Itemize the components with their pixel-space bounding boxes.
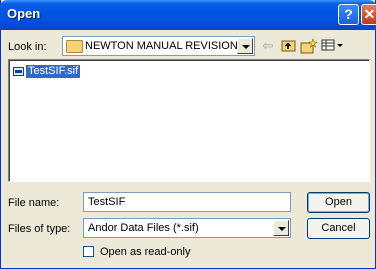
file-type-label: Files of type: <box>8 223 71 235</box>
look-in-dropdown[interactable]: NEWTON MANUAL REVISION <box>62 36 255 56</box>
file-type-value: Andor Data Files (*.sif) <box>88 222 199 234</box>
cancel-button[interactable]: Cancel <box>307 218 370 239</box>
file-list[interactable]: TestSIF.sif <box>8 59 370 182</box>
file-name-input[interactable]: TestSIF <box>83 192 291 212</box>
list-item[interactable]: TestSIF.sif <box>13 64 81 79</box>
chevron-down-icon[interactable] <box>237 38 253 54</box>
folder-icon <box>66 40 83 53</box>
title-bar[interactable]: Open ? ✕ <box>0 0 376 30</box>
back-arrow-icon[interactable]: ⇦ <box>259 38 277 54</box>
file-icon <box>13 67 24 76</box>
view-menu-icon[interactable] <box>321 38 345 54</box>
close-button[interactable]: ✕ <box>361 4 376 25</box>
dialog-title: Open <box>7 6 41 21</box>
open-dialog: Open ? ✕ Look in: NEWTON MANUAL REVISION… <box>0 0 376 269</box>
look-in-value: NEWTON MANUAL REVISION <box>85 40 238 52</box>
new-folder-icon[interactable] <box>300 38 318 54</box>
file-type-dropdown[interactable]: Andor Data Files (*.sif) <box>83 218 291 238</box>
chevron-down-icon[interactable] <box>273 220 289 236</box>
read-only-label[interactable]: Open as read-only <box>100 246 191 258</box>
up-folder-icon[interactable] <box>280 38 298 54</box>
read-only-checkbox[interactable] <box>83 246 94 257</box>
look-in-label: Look in: <box>8 41 47 53</box>
help-button[interactable]: ? <box>338 4 359 25</box>
open-button[interactable]: Open <box>307 192 370 213</box>
file-name-text: TestSIF.sif <box>26 65 81 78</box>
file-name-label: File name: <box>8 197 60 209</box>
